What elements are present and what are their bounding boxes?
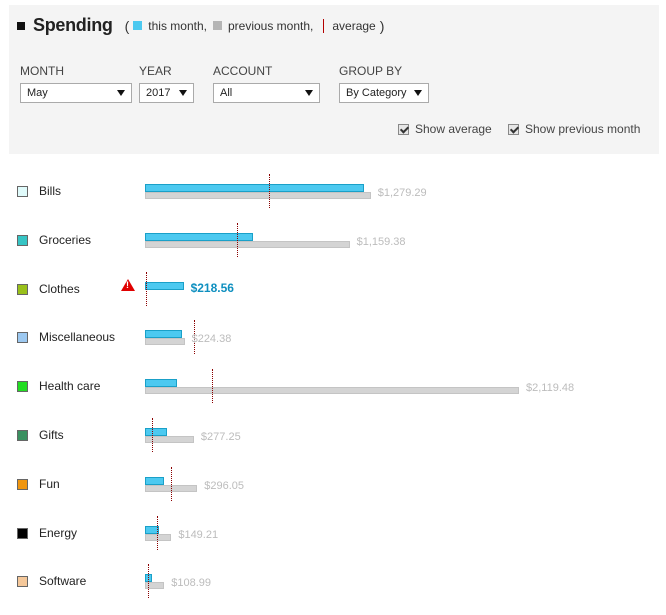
checkbox-checked-icon[interactable] bbox=[508, 123, 519, 135]
previous-month-bar[interactable] bbox=[145, 387, 519, 394]
chevron-down-icon bbox=[179, 90, 187, 96]
category-row-software[interactable]: Software $108.99 bbox=[0, 562, 666, 602]
average-marker bbox=[212, 369, 214, 403]
amount-label: $224.38 bbox=[191, 333, 232, 345]
category-color-icon bbox=[17, 430, 28, 441]
category-label: Groceries bbox=[39, 233, 92, 247]
show-previous-month-label: Show previous month bbox=[525, 122, 641, 136]
average-marker bbox=[157, 516, 159, 550]
category-label: Miscellaneous bbox=[39, 330, 116, 344]
category-color-icon bbox=[17, 381, 28, 392]
category-label: Health care bbox=[39, 379, 101, 393]
category-label: Bills bbox=[39, 184, 62, 198]
average-marker bbox=[171, 467, 173, 501]
chart-header: Spending ( this month, previous month, a… bbox=[17, 15, 388, 36]
this-month-bar[interactable] bbox=[145, 477, 164, 485]
year-select[interactable]: 2017 bbox=[139, 83, 194, 103]
this-month-bar[interactable] bbox=[145, 379, 177, 387]
category-row-miscellaneous[interactable]: Miscellaneous $224.38 bbox=[0, 318, 666, 358]
show-average-label: Show average bbox=[415, 122, 492, 136]
category-row-energy[interactable]: Energy $149.21 bbox=[0, 514, 666, 554]
month-select-value: May bbox=[27, 87, 48, 99]
show-previous-month-checkbox[interactable]: Show previous month bbox=[508, 122, 640, 136]
account-select-value: All bbox=[220, 87, 233, 99]
group-by-select[interactable]: By Category bbox=[339, 83, 429, 103]
amount-label: $1,279.29 bbox=[377, 187, 427, 199]
this-month-swatch-icon bbox=[133, 21, 143, 30]
category-label: Energy bbox=[39, 526, 78, 540]
category-label: Fun bbox=[39, 477, 60, 491]
average-marker bbox=[145, 272, 147, 306]
group-by-label: GROUP BY bbox=[339, 64, 403, 78]
category-color-icon bbox=[17, 235, 28, 246]
average-marker bbox=[269, 174, 271, 208]
amount-label: $296.05 bbox=[204, 480, 244, 492]
chevron-down-icon bbox=[117, 90, 125, 96]
amount-label: $218.56 bbox=[190, 281, 234, 295]
category-row-groceries[interactable]: Groceries $1,159.38 bbox=[0, 221, 666, 261]
this-month-bar[interactable] bbox=[145, 282, 184, 290]
amount-label: $1,159.38 bbox=[356, 236, 406, 248]
show-average-checkbox[interactable]: Show average bbox=[398, 122, 492, 136]
legend-this-month: this month, bbox=[148, 18, 207, 33]
average-marker bbox=[152, 418, 154, 452]
account-label: ACCOUNT bbox=[213, 64, 273, 78]
account-select[interactable]: All bbox=[213, 83, 320, 103]
previous-month-bar[interactable] bbox=[145, 338, 185, 345]
amount-label: $2,119.48 bbox=[526, 382, 575, 394]
legend: ( this month, previous month, average ) bbox=[121, 18, 389, 34]
category-row-health-care[interactable]: Health care $2,119.48 bbox=[0, 367, 666, 407]
category-color-icon bbox=[17, 284, 28, 295]
legend-close-paren: ) bbox=[379, 17, 385, 34]
title-square-icon bbox=[17, 21, 25, 30]
group-by-select-value: By Category bbox=[346, 87, 407, 99]
previous-month-bar[interactable] bbox=[145, 192, 371, 199]
category-label: Gifts bbox=[39, 428, 64, 442]
category-row-bills[interactable]: Bills $1,279.29 bbox=[0, 172, 666, 212]
this-month-bar[interactable] bbox=[145, 184, 364, 192]
previous-month-swatch-icon bbox=[212, 21, 222, 30]
year-select-value: 2017 bbox=[146, 87, 171, 99]
previous-month-bar[interactable] bbox=[145, 241, 350, 248]
filter-panel: Spending ( this month, previous month, a… bbox=[9, 5, 659, 154]
amount-label: $149.21 bbox=[178, 529, 219, 541]
category-color-icon bbox=[17, 528, 28, 539]
year-label: YEAR bbox=[139, 64, 172, 78]
month-label: MONTH bbox=[20, 64, 64, 78]
category-color-icon bbox=[17, 186, 28, 197]
category-row-clothes[interactable]: Clothes! $218.56 bbox=[0, 270, 666, 310]
category-color-icon bbox=[17, 332, 28, 343]
average-marker bbox=[236, 223, 238, 257]
chevron-down-icon bbox=[414, 90, 422, 96]
this-month-bar[interactable] bbox=[145, 428, 168, 436]
page-title: Spending bbox=[33, 15, 113, 35]
legend-previous-month: previous month, bbox=[227, 18, 314, 33]
category-label: Clothes bbox=[39, 282, 80, 296]
category-label: Software bbox=[39, 574, 87, 588]
warning-icon: ! bbox=[121, 279, 135, 291]
category-color-icon bbox=[17, 479, 28, 490]
month-select[interactable]: May bbox=[20, 83, 132, 103]
category-row-gifts[interactable]: Gifts $277.25 bbox=[0, 416, 666, 456]
legend-open-paren: ( bbox=[124, 17, 130, 34]
amount-label: $108.99 bbox=[171, 577, 211, 589]
chevron-down-icon bbox=[305, 90, 313, 96]
this-month-bar[interactable] bbox=[145, 330, 183, 338]
amount-label: $277.25 bbox=[200, 431, 241, 443]
legend-average: average bbox=[332, 18, 376, 33]
average-line-icon bbox=[323, 18, 325, 33]
category-color-icon bbox=[17, 576, 28, 587]
average-marker bbox=[148, 564, 150, 598]
checkbox-checked-icon[interactable] bbox=[398, 123, 409, 135]
category-row-fun[interactable]: Fun $296.05 bbox=[0, 465, 666, 505]
